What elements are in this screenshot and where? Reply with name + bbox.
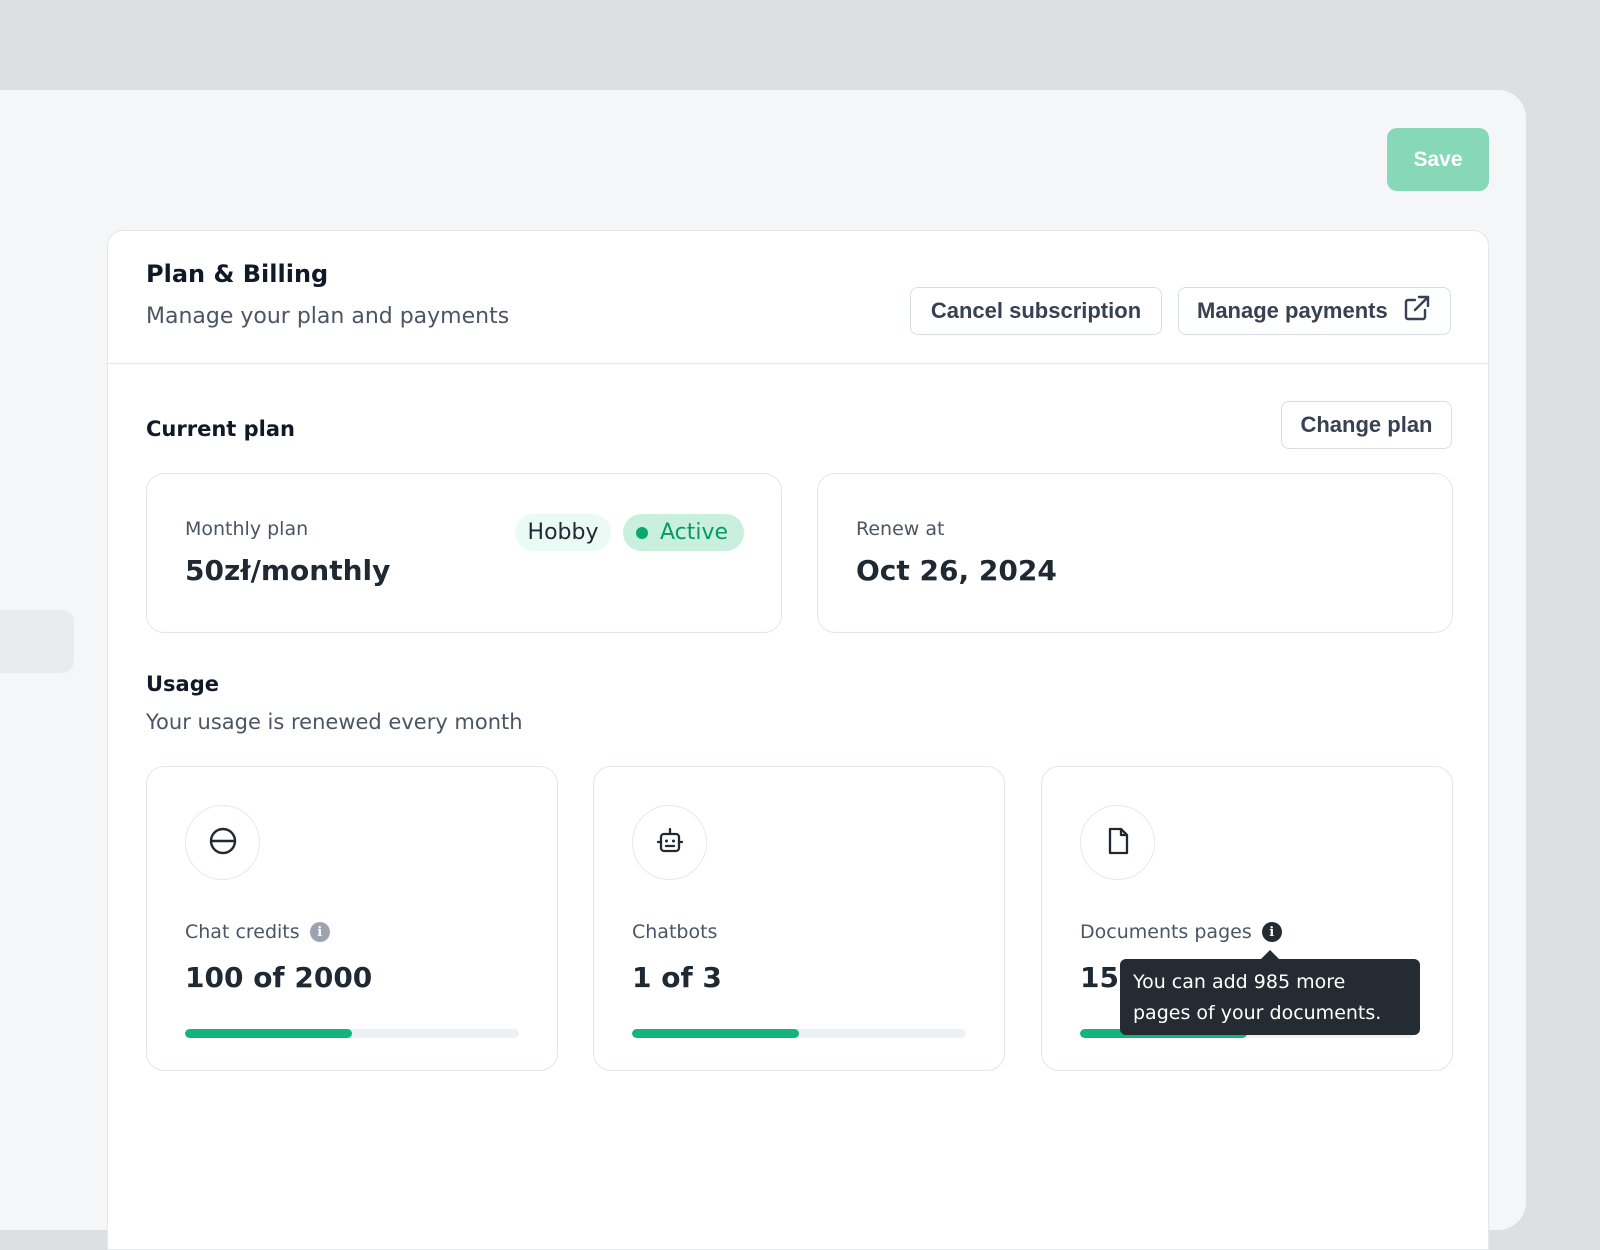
info-icon[interactable]: i — [1261, 922, 1282, 942]
panel-header: Plan & Billing Manage your plan and paym… — [108, 231, 1488, 364]
renewal-date: Oct 26, 2024 — [856, 554, 1057, 587]
chat-credits-value: 100 of 2000 — [185, 961, 373, 994]
monthly-plan-label: Monthly plan — [185, 518, 309, 540]
chat-credits-progress-fill — [185, 1029, 352, 1038]
page-title: Plan & Billing — [146, 260, 329, 288]
chatbots-label: Chatbots — [632, 921, 718, 943]
chat-credits-icon-wrap — [185, 805, 260, 880]
status-dot-icon — [636, 526, 648, 539]
chat-credits-label: Chat credits — [185, 921, 300, 943]
renewal-label: Renew at — [856, 518, 945, 540]
chat-credits-progress — [185, 1029, 519, 1038]
chatbots-progress-fill — [632, 1029, 799, 1038]
app-window: Save Plan & Billing Manage your plan and… — [0, 90, 1526, 1250]
change-plan-label: Change plan — [1300, 412, 1433, 437]
documents-pages-card: Documents pages i 15 You can add 985 mor… — [1041, 766, 1453, 1071]
cancel-subscription-label: Cancel subscription — [930, 298, 1142, 323]
page-subtitle: Manage your plan and payments — [146, 304, 510, 329]
current-plan-title: Current plan — [146, 417, 295, 441]
plan-badge: Hobby — [515, 514, 611, 551]
documents-tooltip: You can add 985 more pages of your docum… — [1120, 950, 1420, 1035]
documents-pages-value: 15 — [1080, 961, 1119, 994]
robot-icon — [654, 825, 686, 861]
documents-label-row: Documents pages i — [1080, 921, 1282, 943]
chatbots-progress — [632, 1029, 966, 1038]
usage-subtitle: Your usage is renewed every month — [146, 710, 523, 734]
usage-title: Usage — [146, 672, 219, 696]
manage-payments-label: Manage payments — [1197, 298, 1388, 323]
chatbots-card: Chatbots 1 of 3 — [593, 766, 1005, 1071]
chat-credits-label-row: Chat credits i — [185, 921, 330, 943]
plan-billing-panel: Plan & Billing Manage your plan and paym… — [107, 230, 1489, 1250]
renewal-card: Renew at Oct 26, 2024 — [817, 473, 1453, 633]
chatbots-value: 1 of 3 — [632, 961, 722, 994]
document-icon — [1102, 825, 1134, 861]
info-icon[interactable]: i — [309, 922, 330, 942]
documents-icon-wrap — [1080, 805, 1155, 880]
sidebar-selected-item[interactable] — [0, 610, 74, 673]
cancel-subscription-button[interactable]: Cancel subscription — [910, 287, 1162, 335]
status-label: Active — [660, 520, 729, 545]
chat-credits-icon — [207, 825, 239, 861]
chatbots-icon-wrap — [632, 805, 707, 880]
external-link-icon — [1402, 293, 1432, 329]
chat-credits-card: Chat credits i 100 of 2000 — [146, 766, 558, 1071]
status-badge: Active — [623, 514, 744, 551]
change-plan-button[interactable]: Change plan — [1281, 401, 1452, 449]
save-button[interactable]: Save — [1387, 128, 1489, 191]
plan-price: 50zł/monthly — [185, 554, 391, 587]
monthly-plan-card: Monthly plan 50zł/monthly Hobby Active — [146, 473, 782, 633]
documents-pages-label: Documents pages — [1080, 921, 1252, 943]
manage-payments-button[interactable]: Manage payments — [1178, 287, 1451, 335]
chatbots-label-row: Chatbots — [632, 921, 717, 943]
